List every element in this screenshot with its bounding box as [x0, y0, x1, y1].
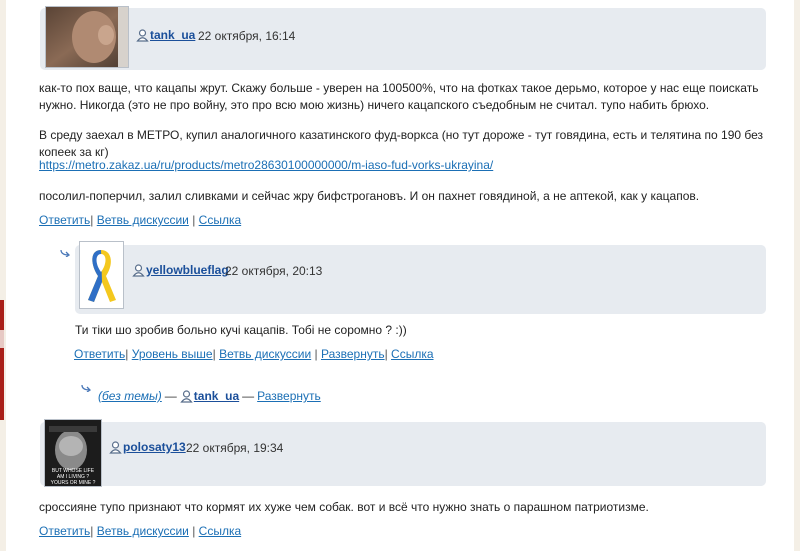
- collapsed-comment: (без темы) — tank_ua — Развернуть: [98, 389, 321, 403]
- reply-link[interactable]: Ответить: [74, 347, 125, 361]
- edge-red-accent-light: [0, 330, 4, 348]
- comment-header: [40, 422, 766, 486]
- comment-header: [75, 245, 766, 314]
- comment-text: как-то пох ваще, что кацапы жрут. Скажу …: [39, 81, 759, 112]
- thread-link[interactable]: Ветвь дискуссии: [219, 347, 311, 361]
- product-link[interactable]: https://metro.zakaz.ua/ru/products/metro…: [39, 158, 493, 172]
- avatar[interactable]: [45, 6, 129, 68]
- user-icon: [109, 440, 122, 454]
- username-link[interactable]: tank_ua: [194, 389, 239, 403]
- permalink[interactable]: Ссылка: [391, 347, 433, 361]
- svg-text:YOURS OR MINE ?: YOURS OR MINE ?: [51, 480, 96, 486]
- username-link[interactable]: polosaty13: [123, 440, 186, 454]
- ribbon-icon: [80, 242, 123, 308]
- user-icon: [136, 28, 149, 42]
- reply-arrow-icon: [60, 248, 71, 260]
- separator: —: [164, 389, 177, 403]
- permalink[interactable]: Ссылка: [199, 213, 241, 227]
- subject-link[interactable]: (без темы): [98, 389, 162, 403]
- comment-actions: Ответить| Ветвь дискуссии | Ссылка: [39, 213, 242, 227]
- username-link[interactable]: tank_ua: [150, 28, 195, 42]
- thread-link[interactable]: Ветвь дискуссии: [97, 524, 189, 538]
- separator: —: [242, 389, 255, 403]
- left-page-edge: [0, 0, 6, 551]
- reply-arrow-icon: [81, 383, 92, 395]
- comment-author[interactable]: polosaty13: [109, 440, 186, 454]
- comment-actions: Ответить| Уровень выше| Ветвь дискуссии …: [74, 347, 434, 361]
- comment-date: 22 октября, 19:34: [186, 441, 284, 455]
- user-icon: [132, 263, 145, 277]
- permalink[interactable]: Ссылка: [199, 524, 241, 538]
- comment-author[interactable]: tank_ua: [136, 28, 195, 42]
- expand-link[interactable]: Развернуть: [321, 347, 385, 361]
- user-icon: [180, 389, 193, 403]
- thread-link[interactable]: Ветвь дискуссии: [97, 213, 189, 227]
- reply-link[interactable]: Ответить: [39, 213, 90, 227]
- avatar-photo: BUT WHOSE LIFE AM I LIVING ? YOURS OR MI…: [45, 420, 101, 486]
- username-link[interactable]: yellowblueflag: [146, 263, 229, 277]
- comment-url-line: https://metro.zakaz.ua/ru/products/metro…: [39, 157, 774, 174]
- comment-actions: Ответить| Ветвь дискуссии | Ссылка: [39, 524, 242, 538]
- comment-date: 22 октября, 16:14: [198, 29, 296, 43]
- comment-date: 22 октября, 20:13: [225, 264, 323, 278]
- comment-text: В среду заехал в МЕТРО, купил аналогично…: [39, 128, 764, 159]
- avatar[interactable]: BUT WHOSE LIFE AM I LIVING ? YOURS OR MI…: [44, 419, 102, 487]
- parent-link[interactable]: Уровень выше: [132, 347, 213, 361]
- comment-author[interactable]: yellowblueflag: [132, 263, 229, 277]
- avatar-photo: [46, 7, 128, 67]
- comment-text: Ти тіки шо зробив больно кучі кацапів. Т…: [75, 323, 407, 337]
- avatar[interactable]: [79, 241, 124, 309]
- right-page-edge: [794, 0, 800, 551]
- expand-link[interactable]: Развернуть: [257, 389, 321, 403]
- edge-red-accent: [0, 300, 4, 420]
- comment-text: сроссияне тупо признают что кормят их ху…: [39, 500, 649, 514]
- comment-text: посолил-поперчил, залил сливками и сейча…: [39, 189, 700, 203]
- reply-link[interactable]: Ответить: [39, 524, 90, 538]
